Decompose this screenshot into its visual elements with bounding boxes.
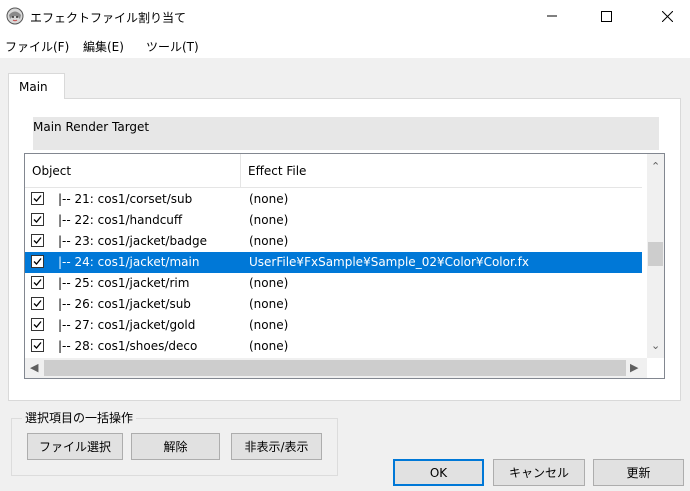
row-checkbox[interactable] [31, 276, 44, 289]
row-checkbox[interactable] [31, 255, 44, 268]
row-effect-file: (none) [249, 192, 289, 206]
checkmark-icon [33, 342, 42, 349]
horizontal-scrollbar[interactable]: ◀ ▶ [25, 358, 647, 378]
cancel-button[interactable]: キャンセル [493, 459, 585, 486]
list-row[interactable]: |-- 26: cos1/jacket/sub (none) [25, 294, 642, 315]
row-object: |-- 22: cos1/handcuff [58, 213, 183, 227]
list-header: Object Effect File [25, 154, 642, 188]
row-effect-file: (none) [249, 297, 289, 311]
column-header-object[interactable]: Object [32, 164, 71, 178]
app-icon [6, 7, 24, 25]
checkmark-icon [33, 279, 42, 286]
minimize-icon [547, 15, 557, 17]
list-rows: |-- 21: cos1/corset/sub (none) |-- 22: c… [25, 187, 642, 358]
checkmark-icon [33, 321, 42, 328]
scroll-down-arrow-icon[interactable]: ⌄ [651, 339, 660, 352]
column-divider[interactable] [240, 154, 241, 187]
vertical-scroll-thumb[interactable] [648, 242, 663, 266]
row-object: |-- 24: cos1/jacket/main [58, 255, 200, 269]
row-object: |-- 23: cos1/jacket/badge [58, 234, 208, 248]
row-effect-file: (none) [249, 339, 289, 353]
row-checkbox[interactable] [31, 192, 44, 205]
checkmark-icon [33, 300, 42, 307]
row-object: |-- 25: cos1/jacket/rim [58, 276, 190, 290]
tab-main-label: Main [19, 80, 48, 94]
vertical-scrollbar[interactable]: ⌃ ⌄ [647, 154, 664, 358]
row-object: |-- 26: cos1/jacket/sub [58, 297, 191, 311]
list-row[interactable]: |-- 27: cos1/jacket/gold (none) [25, 315, 642, 336]
list-row[interactable]: |-- 25: cos1/jacket/rim (none) [25, 273, 642, 294]
select-file-button[interactable]: ファイル選択 [27, 433, 123, 460]
minimize-button[interactable] [529, 0, 575, 32]
checkmark-icon [33, 195, 42, 202]
row-checkbox[interactable] [31, 213, 44, 226]
window-title: エフェクトファイル割り当て [30, 11, 187, 25]
toggle-visibility-button[interactable]: 非表示/表示 [231, 433, 322, 460]
close-button[interactable] [644, 0, 690, 32]
row-effect-file: UserFile¥FxSample¥Sample_02¥Color¥Color.… [249, 255, 529, 269]
row-checkbox[interactable] [31, 234, 44, 247]
title-bar: エフェクトファイル割り当て [0, 0, 690, 32]
checkmark-icon [33, 216, 42, 223]
list-row[interactable]: |-- 28: cos1/shoes/deco (none) [25, 336, 642, 357]
row-object: |-- 28: cos1/shoes/deco [58, 339, 198, 353]
scroll-left-arrow-icon[interactable]: ◀ [30, 361, 38, 374]
checkmark-icon [33, 258, 42, 265]
row-checkbox[interactable] [31, 297, 44, 310]
row-effect-file: (none) [249, 318, 289, 332]
list-row[interactable]: |-- 21: cos1/corset/sub (none) [25, 189, 642, 210]
row-checkbox[interactable] [31, 339, 44, 352]
scroll-up-arrow-icon[interactable]: ⌃ [651, 160, 660, 173]
close-icon [661, 10, 673, 22]
list-row[interactable]: |-- 22: cos1/handcuff (none) [25, 210, 642, 231]
render-target-label-box: Main Render Target [33, 117, 659, 150]
maximize-icon [600, 10, 612, 22]
checkmark-icon [33, 237, 42, 244]
ok-button[interactable]: OK [393, 459, 484, 486]
update-button[interactable]: 更新 [593, 459, 684, 486]
horizontal-scroll-thumb[interactable] [44, 360, 626, 376]
row-object: |-- 21: cos1/corset/sub [58, 192, 193, 206]
object-effect-list[interactable]: Object Effect File |-- 21: cos1/corset/s… [24, 153, 665, 379]
list-row[interactable]: |-- 23: cos1/jacket/badge (none) [25, 231, 642, 252]
bulk-operation-label: 選択項目の一括操作 [22, 409, 137, 426]
row-object: |-- 27: cos1/jacket/gold [58, 318, 196, 332]
menu-tools[interactable]: ツール(T) [146, 38, 199, 55]
scroll-right-arrow-icon[interactable]: ▶ [630, 361, 638, 374]
list-row-selected[interactable]: |-- 24: cos1/jacket/main UserFile¥FxSamp… [25, 252, 642, 273]
menu-bar: ファイル(F) 編集(E) ツール(T) [0, 32, 690, 58]
row-effect-file: (none) [249, 234, 289, 248]
clear-button[interactable]: 解除 [131, 433, 220, 460]
row-checkbox[interactable] [31, 318, 44, 331]
maximize-button[interactable] [583, 0, 629, 32]
tab-main[interactable]: Main [8, 73, 65, 99]
row-effect-file: (none) [249, 276, 289, 290]
menu-file[interactable]: ファイル(F) [5, 38, 69, 55]
column-header-effect-file[interactable]: Effect File [248, 164, 306, 178]
row-effect-file: (none) [249, 213, 289, 227]
render-target-label: Main Render Target [33, 120, 150, 134]
menu-edit[interactable]: 編集(E) [83, 38, 124, 55]
